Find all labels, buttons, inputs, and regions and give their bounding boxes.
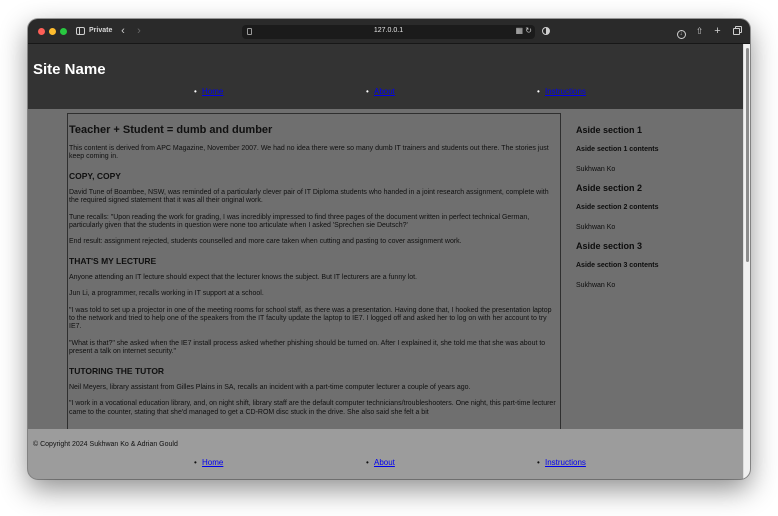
aside-section: Aside section 1 Aside section 1 contents… xyxy=(576,121,736,179)
section-paragraph: "What is that?" she asked when the IE7 i… xyxy=(69,339,546,356)
section-heading: TUTORING THE TUTOR xyxy=(69,365,165,376)
browser-window: Private ‹ › 127.0.0.1 ▦ ↻ ↓ ⇧ + Site Nam… xyxy=(28,19,750,479)
header-nav-item-home: Home xyxy=(194,87,223,96)
close-window-button[interactable] xyxy=(38,28,45,35)
copyright-text: © Copyright 2024 Sukhwan Ko & Adrian Gou… xyxy=(33,441,178,448)
address-bar[interactable]: 127.0.0.1 ▦ ↻ xyxy=(242,25,535,39)
aside-section-author: Sukhwan Ko xyxy=(576,282,616,289)
aside-section-title: Aside section 3 xyxy=(576,241,643,251)
download-icon[interactable]: ↓ xyxy=(675,26,687,39)
header-nav-link-instructions[interactable]: Instructions xyxy=(545,87,586,96)
section-paragraph: Anyone attending an IT lecture should ex… xyxy=(69,273,417,281)
page-scrollbar[interactable] xyxy=(743,44,750,479)
footer-nav-item-about: About xyxy=(366,458,395,467)
privacy-shield-icon[interactable] xyxy=(541,26,551,37)
aside-column: Aside section 1 Aside section 1 contents… xyxy=(576,121,736,295)
aside-section-title: Aside section 1 xyxy=(576,125,643,135)
aside-section-author: Sukhwan Ko xyxy=(576,166,616,173)
tabs-overview-icon[interactable] xyxy=(730,26,742,37)
site-footer: © Copyright 2024 Sukhwan Ko & Adrian Gou… xyxy=(28,429,750,479)
aside-section-title: Aside section 2 xyxy=(576,183,643,193)
footer-nav-item-instructions: Instructions xyxy=(537,458,586,467)
share-icon[interactable]: ⇧ xyxy=(694,26,705,37)
header-nav-link-about[interactable]: About xyxy=(374,87,395,96)
chevron-left-icon[interactable]: ‹ xyxy=(118,26,128,37)
private-mode-label: Private xyxy=(89,27,113,34)
footer-nav-link-instructions[interactable]: Instructions xyxy=(545,458,586,467)
scrollbar-thumb[interactable] xyxy=(746,48,749,262)
section-paragraph: End result: assignment rejected, student… xyxy=(69,238,462,246)
section-paragraph: "I was told to set up a projector in one… xyxy=(69,306,552,331)
section-paragraph: Neil Meyers, library assistant from Gill… xyxy=(69,383,471,391)
translate-icon[interactable]: ▦ xyxy=(515,26,523,35)
aside-section-contents: Aside section 2 contents xyxy=(576,204,659,211)
aside-section: Aside section 3 Aside section 3 contents… xyxy=(576,237,736,295)
minimize-window-button[interactable] xyxy=(49,28,56,35)
chevron-right-icon[interactable]: › xyxy=(134,26,144,37)
header-nav-item-about: About xyxy=(366,87,395,96)
page-viewport: Site Name Home About Instructions Teache… xyxy=(28,44,750,479)
section-paragraph: Tune recalls: "Upon reading the work for… xyxy=(69,213,530,230)
article-intro: This content is derived from APC Magazin… xyxy=(69,145,549,161)
site-name: Site Name xyxy=(33,61,106,78)
section-paragraph: David Tune of Boambee, NSW, was reminded… xyxy=(69,188,549,205)
aside-section: Aside section 2 Aside section 2 contents… xyxy=(576,179,736,237)
url-text[interactable]: 127.0.0.1 xyxy=(242,27,535,34)
reload-icon[interactable]: ↻ xyxy=(525,26,532,35)
aside-section-contents: Aside section 3 contents xyxy=(576,262,659,269)
aside-section-contents: Aside section 1 contents xyxy=(576,146,659,153)
section-paragraph: "I work in a vocational education librar… xyxy=(69,400,556,416)
header-nav-item-instructions: Instructions xyxy=(537,87,586,96)
plus-icon[interactable]: + xyxy=(712,26,723,37)
footer-nav-item-home: Home xyxy=(194,458,223,467)
section-paragraph: Jun Li, a programmer, recalls working in… xyxy=(69,290,264,298)
zoom-window-button[interactable] xyxy=(60,28,67,35)
footer-nav-link-about[interactable]: About xyxy=(374,458,395,467)
browser-toolbar: Private ‹ › 127.0.0.1 ▦ ↻ ↓ ⇧ + xyxy=(28,19,750,44)
section-heading: THAT'S MY LECTURE xyxy=(69,255,157,266)
site-header: Site Name Home About Instructions xyxy=(28,44,750,109)
aside-section-author: Sukhwan Ko xyxy=(576,224,616,231)
section-heading: COPY, COPY xyxy=(69,170,121,181)
article-title: Teacher + Student = dumb and dumber xyxy=(69,124,273,136)
main-article: Teacher + Student = dumb and dumber This… xyxy=(67,113,561,433)
header-nav-link-home[interactable]: Home xyxy=(202,87,223,96)
sidebar-icon[interactable] xyxy=(75,26,86,37)
footer-nav-link-home[interactable]: Home xyxy=(202,458,223,467)
